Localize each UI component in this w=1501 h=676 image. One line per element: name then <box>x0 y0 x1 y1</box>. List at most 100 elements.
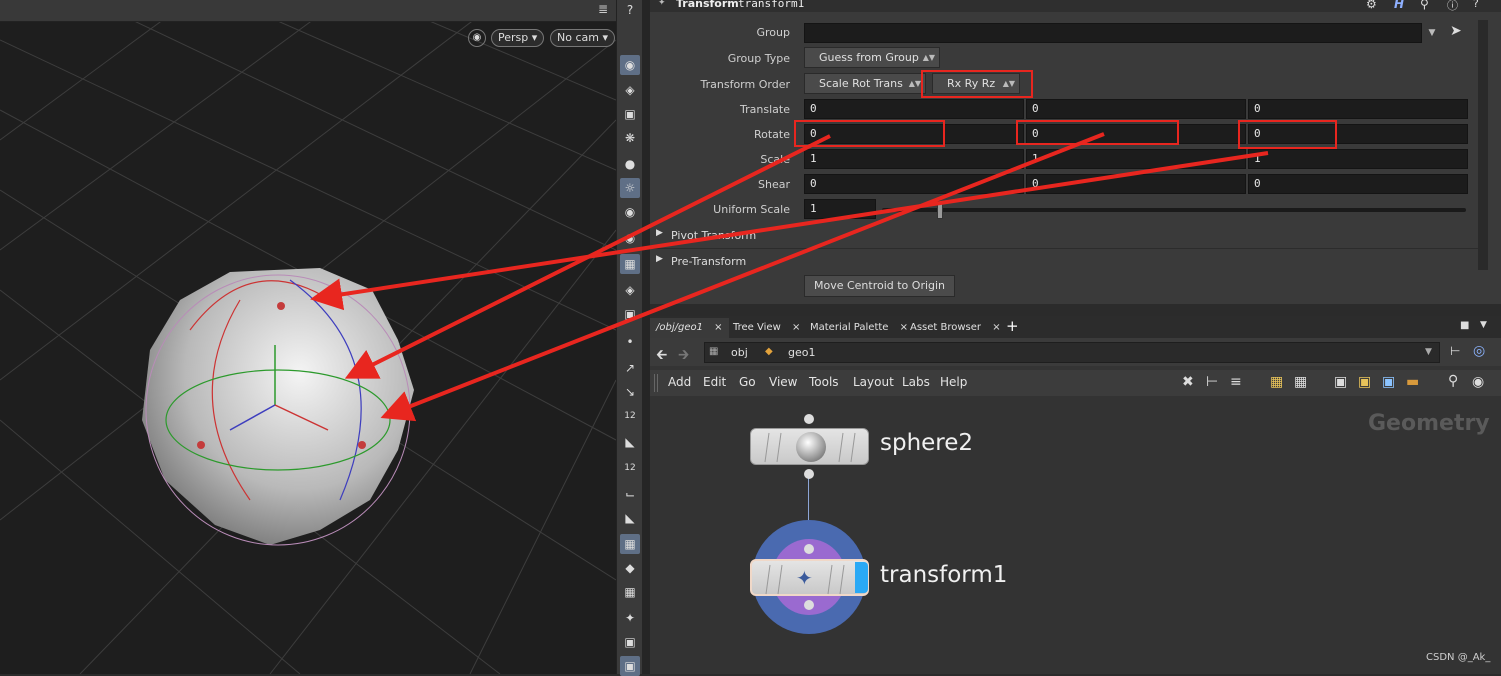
pre-transform-folder[interactable]: Pre-Transform <box>671 255 746 268</box>
node-transform1[interactable]: ✦ <box>750 559 869 596</box>
tools-wrench-icon[interactable]: ✖ <box>1182 374 1194 390</box>
path-dropdown-icon[interactable]: ▼ <box>1425 347 1432 357</box>
node-name-transform1[interactable]: transform1 <box>880 562 1007 588</box>
transform1-input-dot[interactable] <box>804 544 814 554</box>
normal-icon[interactable]: ↗ <box>620 358 640 378</box>
uv-icon[interactable]: ◣ <box>620 508 640 528</box>
prim-display-icon[interactable]: ◣ <box>620 432 640 452</box>
origin-icon[interactable]: ✦ <box>620 608 640 628</box>
group-field[interactable] <box>804 23 1422 43</box>
menu-tools[interactable]: Tools <box>809 375 839 389</box>
display-options-icon[interactable]: ≣ <box>598 2 608 16</box>
camera-icon[interactable]: ◉ <box>620 228 640 248</box>
image-icon[interactable]: ▣ <box>1382 374 1395 390</box>
tab-network[interactable]: /obj/geo1 × <box>650 318 729 338</box>
grid-icon[interactable]: ▦ <box>620 582 640 602</box>
translate-y-field[interactable]: 0 <box>1026 99 1246 119</box>
shading-icon[interactable]: ● <box>620 154 640 174</box>
list-view-icon[interactable]: ≡ <box>1230 374 1242 390</box>
close-icon[interactable]: × <box>714 322 722 333</box>
path-geo[interactable]: geo1 <box>788 346 815 359</box>
info-icon[interactable]: ⓘ <box>1447 0 1458 13</box>
display-flag[interactable] <box>855 562 868 593</box>
ghost-icon[interactable]: ◈ <box>620 80 640 100</box>
bulb-icon[interactable]: ◉ <box>620 202 640 222</box>
snap-icon[interactable]: ❋ <box>620 128 640 148</box>
back-arrow-icon[interactable]: 🡰 <box>656 344 667 368</box>
snapshot-icon[interactable]: ▣ <box>620 304 640 324</box>
menu-add[interactable]: Add <box>668 375 691 389</box>
expand-arrow-icon[interactable]: ▶ <box>656 254 663 264</box>
transform1-output-dot[interactable] <box>804 600 814 610</box>
color-palette-icon[interactable]: ▦ <box>1270 374 1283 390</box>
wireframe-icon[interactable]: ▦ <box>620 254 640 274</box>
network-box-icon[interactable]: ▣ <box>1334 374 1347 390</box>
uniform-scale-slider-handle[interactable] <box>937 201 944 219</box>
uniform-scale-field[interactable]: 1 <box>804 199 876 219</box>
forward-arrow-icon[interactable]: 🡲 <box>678 344 689 368</box>
shear-z-field[interactable]: 0 <box>1248 174 1468 194</box>
pane-divider[interactable] <box>650 304 1501 312</box>
network-canvas[interactable]: Geometry sphere2 ✦ transform1 CSDN @_Ak_ <box>650 396 1501 674</box>
group-dropdown-icon[interactable]: ▼ <box>1424 23 1440 43</box>
link-icon[interactable]: ◎ <box>1473 343 1485 359</box>
scene-viewport[interactable]: ◉ Persp ▾ No cam ▾ ≣ <box>0 0 616 674</box>
lock-icon[interactable]: ▣ <box>620 104 640 124</box>
camera-menu[interactable]: No cam ▾ <box>550 29 615 47</box>
pane-menu-icon[interactable]: ▼ <box>1480 320 1487 330</box>
tree-layout-icon[interactable]: ⊢ <box>1206 374 1218 390</box>
scale-y-field[interactable]: 1 <box>1026 149 1246 169</box>
sphere2-output-dot[interactable] <box>804 469 814 479</box>
houdini-help-icon[interactable]: H <box>1394 0 1404 11</box>
expand-arrow-icon[interactable]: ▶ <box>656 228 663 238</box>
shear-x-field[interactable]: 0 <box>804 174 1024 194</box>
menu-help[interactable]: Help <box>940 375 967 389</box>
scale-z-field[interactable]: 1 <box>1248 149 1468 169</box>
path-obj[interactable]: obj <box>731 346 748 359</box>
lock-camera-icon[interactable]: ◉ <box>468 29 486 47</box>
move-centroid-button[interactable]: Move Centroid to Origin <box>804 275 955 297</box>
checker-icon[interactable]: ▦ <box>620 534 640 554</box>
sphere2-input-dot[interactable] <box>804 414 814 424</box>
node-sphere2[interactable] <box>750 428 869 465</box>
tab-material-palette[interactable]: Material Palette × <box>804 318 914 338</box>
transform-order-menu[interactable]: Scale Rot Trans ▲▼ <box>804 73 926 94</box>
point-numbers-icon[interactable]: 12 <box>620 406 640 426</box>
close-icon[interactable]: × <box>792 322 800 333</box>
gear-icon[interactable]: ⚙ <box>1366 0 1377 11</box>
visibility-icon[interactable]: ◉ <box>620 55 640 75</box>
tab-asset-browser[interactable]: Asset Browser × <box>904 318 1007 338</box>
uniform-scale-slider-track[interactable] <box>882 208 1466 212</box>
add-tab-icon[interactable]: + <box>1006 317 1019 335</box>
scale-x-field[interactable]: 1 <box>804 149 1024 169</box>
tab-tree-view[interactable]: Tree View × <box>727 318 806 338</box>
search-icon[interactable]: ⚲ <box>1420 0 1429 11</box>
translate-z-field[interactable]: 0 <box>1248 99 1468 119</box>
menu-edit[interactable]: Edit <box>703 375 726 389</box>
search-icon[interactable]: ⚲ <box>1448 373 1458 389</box>
translate-x-field[interactable]: 0 <box>804 99 1024 119</box>
menu-go[interactable]: Go <box>739 375 756 389</box>
select-arrow-icon[interactable]: ➤ <box>1450 23 1462 39</box>
help-icon[interactable]: ? <box>1473 0 1479 10</box>
vector-icon[interactable]: ↘ <box>620 382 640 402</box>
bounds-icon[interactable]: ◆ <box>620 558 640 578</box>
pivot-transform-folder[interactable]: Pivot Transform <box>671 229 756 242</box>
template-icon[interactable]: ◈ <box>620 280 640 300</box>
node-name-sphere2[interactable]: sphere2 <box>880 430 973 456</box>
shape-palette-icon[interactable]: ▦ <box>1294 374 1307 390</box>
path-field[interactable]: ▦ obj ◆ geo1 ▼ <box>704 342 1440 363</box>
asset-icon[interactable]: ▬ <box>1406 374 1419 390</box>
menu-labs[interactable]: Labs <box>902 375 930 389</box>
shear-y-field[interactable]: 0 <box>1026 174 1246 194</box>
pane-layout-icon[interactable]: ■ <box>1460 320 1469 331</box>
visibility-icon[interactable]: ◉ <box>1472 374 1484 390</box>
safe-area-icon[interactable]: ▣ <box>620 632 640 652</box>
prim-numbers-icon[interactable]: 12 <box>620 458 640 478</box>
capture-icon[interactable]: ▣ <box>620 656 640 676</box>
group-type-menu[interactable]: Guess from Group ▲▼ <box>804 47 940 68</box>
menu-view[interactable]: View <box>769 375 797 389</box>
help-icon[interactable]: ? <box>620 0 640 20</box>
node-name-field[interactable]: transform1 <box>738 0 804 10</box>
menu-layout[interactable]: Layout <box>853 375 894 389</box>
